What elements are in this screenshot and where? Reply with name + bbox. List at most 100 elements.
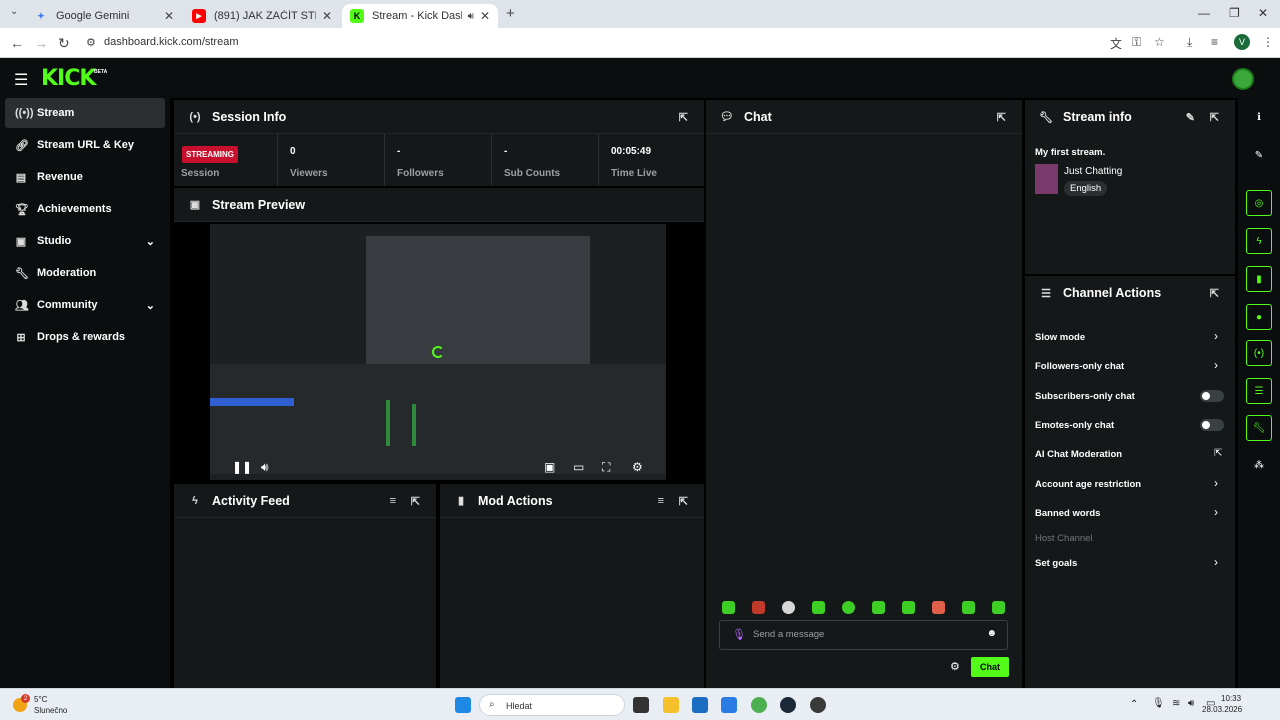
chevron-right-icon[interactable]: › <box>1214 476 1218 490</box>
chrome-icon[interactable] <box>751 697 767 713</box>
pause-icon[interactable]: ❚❚ <box>232 460 252 474</box>
new-tab-icon[interactable]: + <box>506 5 515 22</box>
emote-icon[interactable] <box>812 601 825 614</box>
site-info-icon[interactable]: ⚙ <box>86 36 96 49</box>
emotes-only-toggle[interactable] <box>1200 419 1224 431</box>
address-field[interactable]: dashboard.kick.com/stream <box>104 36 239 48</box>
emote-icon[interactable] <box>902 601 915 614</box>
filter-icon[interactable]: ≡ <box>390 495 396 507</box>
kick-logo[interactable]: KICK <box>41 66 96 91</box>
outlook-icon[interactable] <box>721 697 737 713</box>
steam-icon[interactable] <box>780 697 796 713</box>
filter-icon[interactable]: ≡ <box>658 495 664 507</box>
chevron-right-icon[interactable]: › <box>1214 505 1218 519</box>
avatar[interactable] <box>1232 68 1254 90</box>
info-icon[interactable]: ℹ <box>1246 104 1272 130</box>
sidebar-item-studio[interactable]: ▣ Studio ⌄ <box>5 226 165 256</box>
bookmark-star-icon[interactable]: ☆ <box>1154 35 1165 49</box>
subscribers-only-toggle[interactable] <box>1200 390 1224 402</box>
popout-icon[interactable]: ⇱ <box>411 495 420 508</box>
speaker-icon[interactable]: 🔊︎ <box>468 11 474 22</box>
chevron-right-icon[interactable]: › <box>1214 358 1218 372</box>
fullscreen-icon[interactable]: ⛶ <box>602 460 610 475</box>
add-widget-icon[interactable]: ⁂ <box>1246 452 1272 478</box>
emoji-icon[interactable]: ☻ <box>986 628 997 639</box>
emote-icon[interactable] <box>872 601 885 614</box>
chat-settings-icon[interactable]: ⚙ <box>950 660 960 673</box>
clock-time[interactable]: 10:33 <box>1221 694 1241 703</box>
chat-bubble-icon[interactable]: ● <box>1246 304 1272 330</box>
back-icon[interactable]: ← <box>10 35 24 51</box>
wrench-icon[interactable]: 🔧︎ <box>1246 415 1272 441</box>
sidebar-item-stream[interactable]: ((•)) Stream <box>5 98 165 128</box>
popout-icon[interactable]: ⇱ <box>997 111 1006 124</box>
close-icon[interactable]: ✕ <box>480 9 490 23</box>
windows-start-icon[interactable] <box>455 697 471 713</box>
list-icon[interactable]: ☰ <box>1246 378 1272 404</box>
emote-icon[interactable] <box>722 601 735 614</box>
weather-text[interactable]: Slunečno <box>34 706 67 715</box>
broadcast-icon[interactable]: (•) <box>1246 340 1272 366</box>
tab-gemini[interactable]: ✦ Google Gemini ✕ <box>26 4 182 28</box>
sidebar-item-achievements[interactable]: 🏆︎ Achievements <box>5 194 165 224</box>
tab-youtube[interactable]: ▶ (891) JAK ZAČÍT STREAMOVAT ✕ <box>184 4 340 28</box>
emote-icon[interactable] <box>932 601 945 614</box>
minimize-icon[interactable]: — <box>1198 6 1210 20</box>
key-icon[interactable]: ⚿ <box>1132 35 1141 50</box>
wifi-icon[interactable]: ≋ <box>1172 698 1180 709</box>
profile-avatar[interactable]: V <box>1234 34 1250 50</box>
emote-icon[interactable] <box>992 601 1005 614</box>
sidebar-item-stream-url-key[interactable]: 🔗︎ Stream URL & Key <box>5 130 165 160</box>
tab-kick-dashboard[interactable]: K Stream - Kick Dashboard 🔊︎ ✕ <box>342 4 498 28</box>
task-view-icon[interactable] <box>633 697 649 713</box>
settings-icon[interactable]: ⚙ <box>632 460 643 474</box>
tab-list-icon[interactable]: ⌄ <box>10 6 18 17</box>
lightning-icon[interactable]: ϟ <box>1246 228 1272 254</box>
taskbar-search[interactable]: ⌕ Hledat <box>479 694 625 716</box>
reading-list-icon[interactable]: ≡ <box>1211 35 1218 49</box>
forward-icon[interactable]: → <box>34 35 48 51</box>
obs-icon[interactable] <box>810 697 826 713</box>
weather-temp[interactable]: 5°C <box>34 695 47 704</box>
log-icon[interactable]: ▮ <box>1246 266 1272 292</box>
chevron-down-icon[interactable]: ⌄ <box>146 299 155 312</box>
chevron-right-icon[interactable]: › <box>1214 329 1218 343</box>
popout-icon[interactable]: ⇱ <box>679 111 688 124</box>
sidebar-item-community[interactable]: 👥︎ Community ⌄ <box>5 290 165 320</box>
theater-mode-icon[interactable]: ▭ <box>573 460 584 474</box>
emote-icon[interactable] <box>782 601 795 614</box>
chat-send-button[interactable]: Chat <box>971 657 1009 677</box>
sidebar-item-revenue[interactable]: ▤ Revenue <box>5 162 165 192</box>
popout-icon[interactable]: ⇱ <box>1210 111 1219 124</box>
microphone-icon[interactable]: 🎙︎ <box>1152 698 1165 709</box>
file-explorer-icon[interactable] <box>663 697 679 713</box>
external-link-icon[interactable]: ⇱ <box>1214 448 1222 459</box>
close-icon[interactable]: ✕ <box>164 9 174 23</box>
emote-icon[interactable] <box>842 601 855 614</box>
reload-icon[interactable]: ↻ <box>58 35 70 52</box>
store-icon[interactable] <box>692 697 708 713</box>
chat-message-input[interactable]: 🎙︎ Send a message ☻ <box>719 620 1008 650</box>
edit-icon[interactable]: ✎ <box>1186 111 1195 124</box>
close-icon[interactable]: ✕ <box>322 9 332 23</box>
menu-icon[interactable]: ☰ <box>14 70 28 90</box>
translate-icon[interactable]: 文 <box>1110 35 1122 52</box>
microphone-icon[interactable]: 🎙︎ <box>732 628 746 641</box>
stream-preview-video[interactable] <box>210 224 666 480</box>
popout-icon[interactable]: ⇱ <box>679 495 688 508</box>
chevron-right-icon[interactable]: › <box>1214 555 1218 569</box>
more-menu-icon[interactable]: ⋮ <box>1262 35 1274 49</box>
download-icon[interactable]: ⤓ <box>1187 35 1192 50</box>
volume-icon[interactable]: 🔊︎ <box>261 460 269 475</box>
emote-icon[interactable] <box>962 601 975 614</box>
close-window-icon[interactable]: ✕ <box>1258 6 1268 20</box>
chevron-down-icon[interactable]: ⌄ <box>146 235 155 248</box>
popout-icon[interactable]: ⇱ <box>1210 287 1219 300</box>
edit-icon[interactable]: ✎ <box>1246 142 1272 168</box>
sidebar-item-moderation[interactable]: 🔧︎ Moderation <box>5 258 165 288</box>
restore-icon[interactable]: ❐ <box>1229 6 1240 20</box>
chevron-up-icon[interactable]: ⌃ <box>1130 699 1138 710</box>
volume-icon[interactable]: 🔊︎ <box>1188 698 1194 709</box>
picture-in-picture-icon[interactable]: ▣ <box>544 460 555 474</box>
preview-icon[interactable]: ◎ <box>1246 190 1272 216</box>
